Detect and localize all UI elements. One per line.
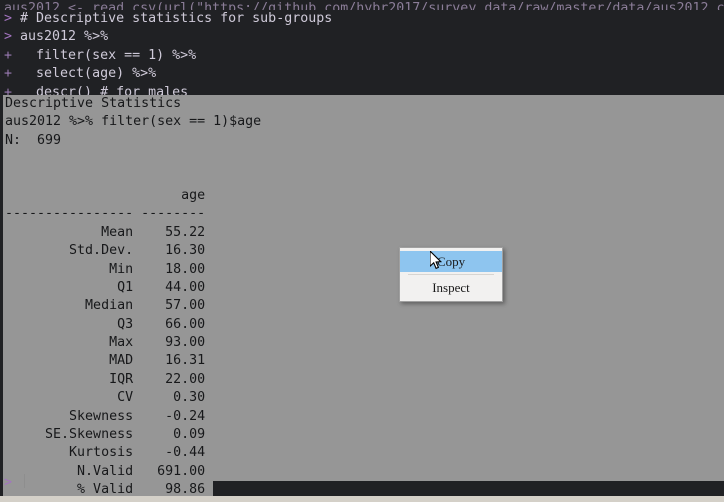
stat-row-text: CV 0.30 bbox=[5, 390, 206, 406]
output-stat-row: Std.Dev. 16.30 bbox=[3, 242, 724, 261]
output-column-header-line: age bbox=[3, 186, 724, 206]
output-horizontal-rule: ---------------- -------- bbox=[5, 206, 206, 222]
stat-row-text: Skewness -0.24 bbox=[5, 408, 206, 424]
stat-row-text: Min 18.00 bbox=[5, 261, 206, 277]
console-line-text: aus2012 <- read_csv(url("https://github.… bbox=[4, 1, 724, 10]
stat-row-text: Std.Dev. 16.30 bbox=[5, 243, 206, 259]
output-rule-line: ---------------- -------- bbox=[3, 205, 724, 224]
console-line-clipped: aus2012 <- read_csv(url("https://github.… bbox=[0, 0, 724, 10]
context-menu[interactable]: Copy Inspect bbox=[399, 247, 503, 302]
console-line-prompt-1: > # Descriptive statistics for sub-group… bbox=[0, 10, 724, 28]
output-stat-row: SE.Skewness 0.09 bbox=[3, 426, 724, 445]
stat-row-text: Q1 44.00 bbox=[5, 279, 206, 295]
stat-row-text: Max 93.00 bbox=[5, 335, 206, 351]
prompt-symbol: > bbox=[4, 29, 21, 45]
output-stat-row: Max 93.00 bbox=[3, 334, 724, 353]
rstudio-console-window: aus2012 <- read_csv(url("https://github.… bbox=[0, 0, 724, 502]
output-stat-row: Q1 44.00 bbox=[3, 278, 724, 298]
output-blank-line-2 bbox=[3, 168, 724, 187]
output-n-line: N: 699 bbox=[3, 131, 724, 151]
stat-row-text: N.Valid 691.00 bbox=[5, 463, 206, 479]
output-subject-line: aus2012 %>% filter(sex == 1)$age bbox=[3, 113, 724, 132]
output-stat-row: MAD 16.31 bbox=[3, 352, 724, 371]
output-n-value: N: 699 bbox=[5, 132, 62, 148]
console-line-continuation-1: + filter(sex == 1) %>% bbox=[0, 47, 724, 65]
output-stat-row: Mean 55.22 bbox=[3, 223, 724, 243]
stat-row-text: IQR 22.00 bbox=[5, 371, 206, 387]
prompt-symbol: > bbox=[4, 11, 21, 26]
output-stat-row: Median 57.00 bbox=[3, 297, 724, 316]
stat-row-text: Median 57.00 bbox=[5, 298, 206, 314]
output-title-line: Descriptive Statistics bbox=[3, 95, 724, 114]
context-menu-separator bbox=[408, 274, 494, 275]
console-line-text: aus2012 %>% bbox=[20, 29, 109, 45]
stat-row-text: SE.Skewness 0.09 bbox=[5, 427, 206, 443]
text-caret bbox=[24, 474, 26, 488]
stat-row-text: Kurtosis -0.44 bbox=[5, 445, 206, 461]
console-line-text: # Descriptive statistics for sub-groups bbox=[20, 11, 333, 26]
selection-highlight bbox=[3, 150, 724, 169]
console-line-prompt-2: > aus2012 %>% bbox=[0, 28, 724, 46]
prompt-symbol: > bbox=[4, 475, 13, 490]
output-stat-row: Min 18.00 bbox=[3, 260, 724, 279]
stat-row-text: Q3 66.00 bbox=[5, 316, 206, 332]
output-stat-row: CV 0.30 bbox=[3, 389, 724, 408]
output-blank-line-1 bbox=[3, 150, 724, 169]
console-input-prompt[interactable]: > bbox=[4, 474, 26, 492]
console-line-text: select(age) %>% bbox=[20, 66, 157, 82]
output-title: Descriptive Statistics bbox=[5, 96, 182, 111]
output-column-header: age bbox=[5, 187, 206, 203]
output-subject: aus2012 %>% filter(sex == 1)$age bbox=[5, 114, 262, 130]
continuation-symbol: + bbox=[4, 47, 21, 63]
selection-highlight bbox=[3, 168, 724, 187]
output-stat-row: IQR 22.00 bbox=[3, 370, 724, 390]
output-stat-row: Q3 66.00 bbox=[3, 315, 724, 335]
console-left-gutter bbox=[0, 95, 3, 472]
output-stat-row: Skewness -0.24 bbox=[3, 407, 724, 427]
stat-row-text: Mean 55.22 bbox=[5, 224, 206, 240]
context-menu-item-inspect[interactable]: Inspect bbox=[400, 277, 502, 298]
stat-row-text: MAD 16.31 bbox=[5, 353, 206, 369]
continuation-symbol: + bbox=[4, 66, 21, 82]
console-line-text: filter(sex == 1) %>% bbox=[20, 47, 197, 63]
selection-highlight bbox=[3, 131, 724, 151]
window-bottom-bar bbox=[0, 496, 724, 502]
output-stat-row: N.Valid 691.00 bbox=[3, 462, 724, 482]
context-menu-item-copy[interactable]: Copy bbox=[400, 251, 502, 272]
output-stat-row: Kurtosis -0.44 bbox=[3, 444, 724, 463]
console-line-continuation-2: + select(age) %>% bbox=[0, 65, 724, 83]
selected-output-block[interactable]: Descriptive Statistics aus2012 %>% filte… bbox=[3, 95, 724, 500]
